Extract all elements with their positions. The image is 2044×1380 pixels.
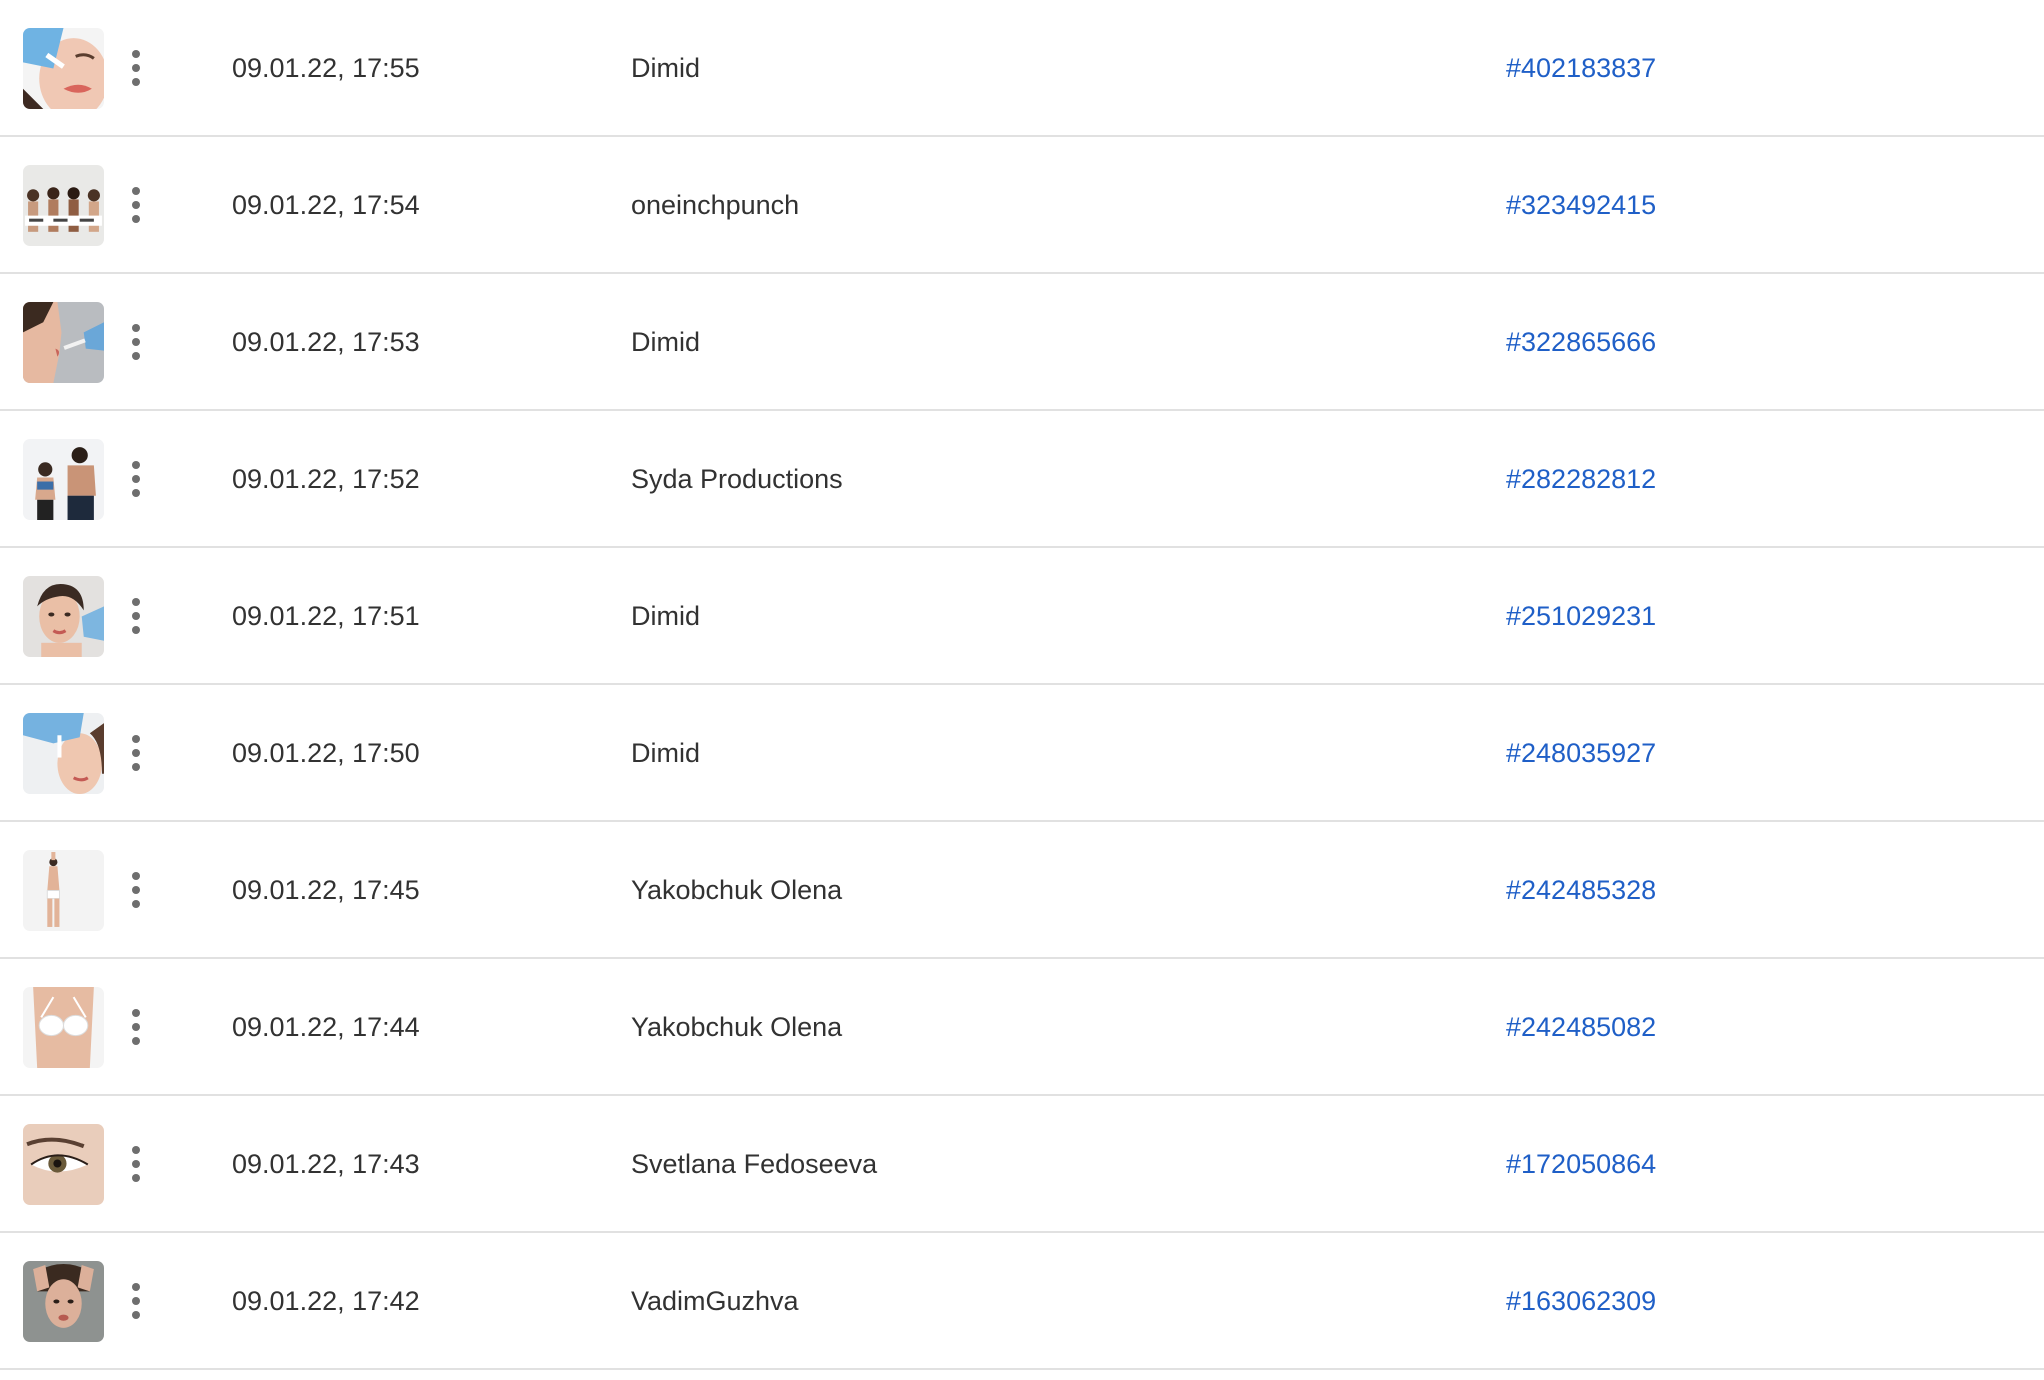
asset-id-link[interactable]: #282282812 [1506, 411, 1656, 548]
author-cell: oneinchpunch [631, 190, 800, 220]
injection-lips-photo-icon [23, 28, 104, 109]
date-cell: 09.01.22, 17:54 [232, 190, 420, 220]
more-options-icon[interactable] [126, 185, 146, 225]
date-cell: 09.01.22, 17:53 [232, 327, 420, 357]
list-item: 09.01.22, 17:45 Yakobchuk Olena #2424853… [0, 822, 2044, 959]
more-options-icon[interactable] [126, 1007, 146, 1047]
thumbnail-image[interactable] [23, 302, 104, 383]
thumbnail-image[interactable] [23, 1124, 104, 1205]
list-item: 09.01.22, 17:44 Yakobchuk Olena #2424850… [0, 959, 2044, 1096]
asset-id-link[interactable]: #242485082 [1506, 959, 1656, 1096]
thumbnail-image[interactable] [23, 987, 104, 1068]
nose-injection-photo-icon [23, 713, 104, 794]
thumbnail-image[interactable] [23, 28, 104, 109]
date-cell: 09.01.22, 17:43 [232, 1149, 420, 1179]
thumbnail-image[interactable] [23, 165, 104, 246]
date-cell: 09.01.22, 17:45 [232, 875, 420, 905]
author-cell: Yakobchuk Olena [631, 875, 843, 905]
face-injection-photo-icon [23, 576, 104, 657]
asset-id-link[interactable]: #163062309 [1506, 1233, 1656, 1370]
thumbnail-image[interactable] [23, 439, 104, 520]
author-cell: Syda Productions [631, 464, 843, 494]
torso-lingerie-photo-icon [23, 987, 104, 1068]
more-options-icon[interactable] [126, 596, 146, 636]
more-options-icon[interactable] [126, 733, 146, 773]
more-options-icon[interactable] [126, 48, 146, 88]
author-cell: Dimid [631, 601, 701, 631]
more-options-icon[interactable] [126, 459, 146, 499]
list-item: 09.01.22, 17:43 Svetlana Fedoseeva #1720… [0, 1096, 2044, 1233]
injection-profile-photo-icon [23, 302, 104, 383]
more-options-icon[interactable] [126, 1144, 146, 1184]
couple-running-photo-icon [23, 439, 104, 520]
list-item: 09.01.22, 17:50 Dimid #248035927 [0, 685, 2044, 822]
date-cell: 09.01.22, 17:44 [232, 1012, 420, 1042]
author-cell: VadimGuzhva [631, 1286, 799, 1316]
list-item: 09.01.22, 17:52 Syda Productions #282282… [0, 411, 2044, 548]
group-of-women-photo-icon [23, 165, 104, 246]
asset-id-link[interactable]: #251029231 [1506, 548, 1656, 685]
body-figure-photo-icon [23, 850, 104, 931]
asset-id-link[interactable]: #402183837 [1506, 0, 1656, 137]
date-cell: 09.01.22, 17:50 [232, 738, 420, 768]
date-cell: 09.01.22, 17:52 [232, 464, 420, 494]
thumbnail-image[interactable] [23, 1261, 104, 1342]
date-cell: 09.01.22, 17:42 [232, 1286, 420, 1316]
more-options-icon[interactable] [126, 1281, 146, 1321]
date-cell: 09.01.22, 17:55 [232, 53, 420, 83]
woman-portrait-photo-icon [23, 1261, 104, 1342]
author-cell: Svetlana Fedoseeva [631, 1149, 878, 1179]
date-cell: 09.01.22, 17:51 [232, 601, 420, 631]
thumbnail-image[interactable] [23, 576, 104, 657]
list-item: 09.01.22, 17:51 Dimid #251029231 [0, 548, 2044, 685]
more-options-icon[interactable] [126, 322, 146, 362]
author-cell: Dimid [631, 53, 701, 83]
author-cell: Yakobchuk Olena [631, 1012, 843, 1042]
asset-id-link[interactable]: #172050864 [1506, 1096, 1656, 1233]
asset-id-link[interactable]: #322865666 [1506, 274, 1656, 411]
list-item: 09.01.22, 17:42 VadimGuzhva #163062309 [0, 1233, 2044, 1370]
author-cell: Dimid [631, 738, 701, 768]
author-cell: Dimid [631, 327, 701, 357]
eye-closeup-photo-icon [23, 1124, 104, 1205]
history-list: 09.01.22, 17:55 Dimid #402183837 09.01.2… [0, 0, 2044, 1380]
thumbnail-image[interactable] [23, 850, 104, 931]
asset-id-link[interactable]: #248035927 [1506, 685, 1656, 822]
asset-id-link[interactable]: #242485328 [1506, 822, 1656, 959]
asset-id-link[interactable]: #323492415 [1506, 137, 1656, 274]
list-item: 09.01.22, 17:53 Dimid #322865666 [0, 274, 2044, 411]
list-item: 09.01.22, 17:55 Dimid #402183837 [0, 0, 2044, 137]
thumbnail-image[interactable] [23, 713, 104, 794]
more-options-icon[interactable] [126, 870, 146, 910]
list-item: 09.01.22, 17:54 oneinchpunch #323492415 [0, 137, 2044, 274]
